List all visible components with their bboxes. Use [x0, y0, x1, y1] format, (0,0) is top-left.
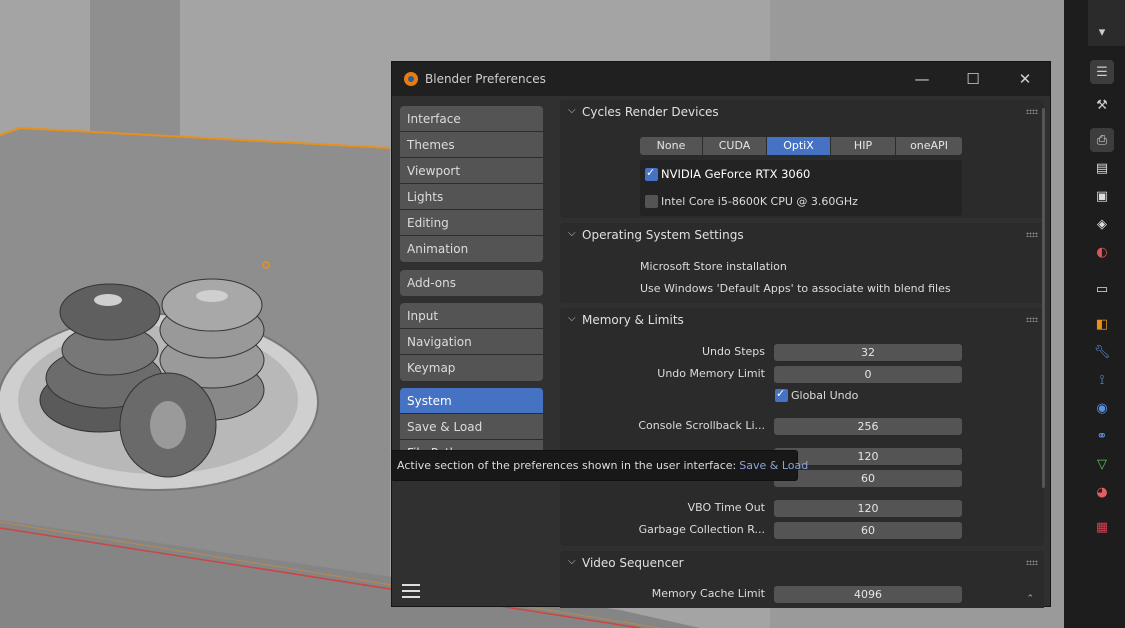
vbo-timeout-label: VBO Time Out: [687, 501, 765, 514]
output-icon[interactable]: ▤: [1090, 156, 1114, 180]
gpu-checkbox[interactable]: [645, 166, 658, 181]
nav-item-input[interactable]: Input: [400, 303, 543, 329]
drag-grip-icon[interactable]: [1026, 232, 1038, 237]
window-title: Blender Preferences: [425, 72, 546, 86]
close-button[interactable]: ✕: [1013, 68, 1037, 90]
tooltip: Active section of the preferences shown …: [391, 450, 808, 481]
render-icon[interactable]: ⎙: [1090, 128, 1114, 152]
nav-group-input: Input Navigation Keymap: [400, 303, 543, 381]
nav-item-themes[interactable]: Themes: [400, 132, 543, 158]
scene-icon[interactable]: ◈: [1090, 212, 1114, 236]
nav-item-animation[interactable]: Animation: [400, 236, 543, 262]
panel-header-sequencer[interactable]: ⌵ Video Sequencer: [560, 551, 1044, 575]
particles-icon[interactable]: ⟟: [1090, 368, 1114, 392]
nav-item-navigation[interactable]: Navigation: [400, 329, 543, 355]
device-type-selector: None CUDA OptiX HIP oneAPI: [640, 137, 962, 155]
os-store-label: Microsoft Store installation: [640, 260, 787, 273]
content-scrollbar[interactable]: [1042, 108, 1045, 488]
gpu-label: NVIDIA GeForce RTX 3060: [661, 167, 811, 181]
minimize-button[interactable]: —: [910, 68, 934, 90]
texture-gc-field[interactable]: 60: [774, 470, 962, 487]
device-oneapi-button[interactable]: oneAPI: [896, 137, 962, 155]
scroll-up-icon[interactable]: ⌃: [1026, 594, 1034, 604]
object-icon[interactable]: ◧: [1090, 312, 1114, 336]
global-undo-label: Global Undo: [791, 389, 859, 402]
chevron-down-icon: ⌵: [568, 556, 576, 567]
constraints-icon[interactable]: ⚭: [1090, 424, 1114, 448]
physics-icon[interactable]: ◉: [1090, 396, 1114, 420]
nav-group-addons: Add-ons: [400, 270, 543, 296]
panel-cycles-render-devices: ⌵ Cycles Render Devices None CUDA OptiX …: [560, 100, 1044, 218]
tooltip-value: Save & Load: [739, 459, 809, 472]
panel-video-sequencer: ⌵ Video Sequencer Memory Cache Limit 409…: [560, 551, 1044, 608]
console-scrollback-label: Console Scrollback Li...: [638, 419, 765, 432]
garbage-collection-field[interactable]: 60: [774, 522, 962, 539]
nav-item-system[interactable]: System: [400, 388, 543, 414]
drag-grip-icon[interactable]: [1026, 560, 1038, 565]
texture-icon[interactable]: ▦: [1090, 515, 1114, 539]
title-bar[interactable]: Blender Preferences — ☐ ✕: [392, 62, 1050, 96]
panel-header-memory[interactable]: ⌵ Memory & Limits: [560, 308, 1044, 332]
hamburger-menu-icon[interactable]: [402, 584, 420, 598]
panel-title-os: Operating System Settings: [582, 228, 744, 242]
nav-item-keymap[interactable]: Keymap: [400, 355, 543, 381]
preferences-sidebar: Interface Themes Viewport Lights Editing…: [392, 96, 558, 608]
cpu-label: Intel Core i5-8600K CPU @ 3.60GHz: [661, 195, 858, 208]
data-icon[interactable]: ▽: [1090, 452, 1114, 476]
panel-memory-limits: ⌵ Memory & Limits Undo Steps 32 Undo Mem…: [560, 308, 1044, 546]
collection-icon[interactable]: ▭: [1090, 277, 1114, 301]
nav-item-addons[interactable]: Add-ons: [400, 270, 543, 296]
device-none-button[interactable]: None: [640, 137, 703, 155]
maximize-button[interactable]: ☐: [961, 68, 985, 90]
tool-icon[interactable]: ⚒: [1090, 93, 1114, 117]
undo-memory-field[interactable]: 0: [774, 366, 962, 383]
dropdown-icon[interactable]: ▾: [1090, 20, 1114, 44]
device-list: NVIDIA GeForce RTX 3060 Intel Core i5-86…: [640, 160, 962, 216]
undo-memory-label: Undo Memory Limit: [657, 367, 765, 380]
material-icon[interactable]: ◕: [1090, 480, 1114, 504]
editor-type-icon[interactable]: ☰: [1090, 60, 1114, 84]
device-cuda-button[interactable]: CUDA: [703, 137, 767, 155]
garbage-collection-label: Garbage Collection R...: [638, 523, 765, 536]
nav-item-viewport[interactable]: Viewport: [400, 158, 543, 184]
view-layer-icon[interactable]: ▣: [1090, 184, 1114, 208]
panel-header-os[interactable]: ⌵ Operating System Settings: [560, 223, 1044, 247]
panel-title-memory: Memory & Limits: [582, 313, 684, 327]
blender-logo-icon: [404, 72, 418, 86]
device-optix-button[interactable]: OptiX: [767, 137, 831, 155]
os-default-apps-label: Use Windows 'Default Apps' to associate …: [640, 282, 951, 295]
drag-grip-icon[interactable]: [1026, 109, 1038, 114]
nav-group-interface: Interface Themes Viewport Lights Editing…: [400, 106, 543, 262]
panel-title-sequencer: Video Sequencer: [582, 556, 684, 570]
tooltip-text: Active section of the preferences shown …: [397, 459, 737, 472]
donut-front: [119, 372, 217, 478]
nav-item-interface[interactable]: Interface: [400, 106, 543, 132]
preferences-content: ⌵ Cycles Render Devices None CUDA OptiX …: [560, 96, 1044, 608]
chevron-down-icon: ⌵: [568, 228, 576, 239]
backdrop-shadow: [90, 0, 180, 150]
undo-steps-field[interactable]: 32: [774, 344, 962, 361]
nav-item-editing[interactable]: Editing: [400, 210, 543, 236]
drag-grip-icon[interactable]: [1026, 317, 1038, 322]
modifier-icon[interactable]: 🔧︎: [1090, 340, 1114, 364]
vbo-timeout-field[interactable]: 120: [774, 500, 962, 517]
memory-cache-label: Memory Cache Limit: [651, 587, 765, 600]
cpu-checkbox[interactable]: [645, 195, 658, 208]
preferences-window: Blender Preferences — ☐ ✕ Interface Them…: [391, 61, 1051, 608]
panel-os-settings: ⌵ Operating System Settings Microsoft St…: [560, 223, 1044, 303]
console-scrollback-field[interactable]: 256: [774, 418, 962, 435]
undo-steps-label: Undo Steps: [701, 345, 765, 358]
nav-item-save-load[interactable]: Save & Load: [400, 414, 543, 440]
chevron-down-icon: ⌵: [568, 105, 576, 116]
world-icon[interactable]: ◐: [1090, 240, 1114, 264]
nav-item-lights[interactable]: Lights: [400, 184, 543, 210]
panel-title-cycles: Cycles Render Devices: [582, 105, 719, 119]
device-hip-button[interactable]: HIP: [831, 137, 896, 155]
global-undo-checkbox[interactable]: [775, 387, 788, 402]
chevron-down-icon: ⌵: [568, 313, 576, 324]
memory-cache-field[interactable]: 4096: [774, 586, 962, 603]
panel-header-cycles[interactable]: ⌵ Cycles Render Devices: [560, 100, 1044, 124]
